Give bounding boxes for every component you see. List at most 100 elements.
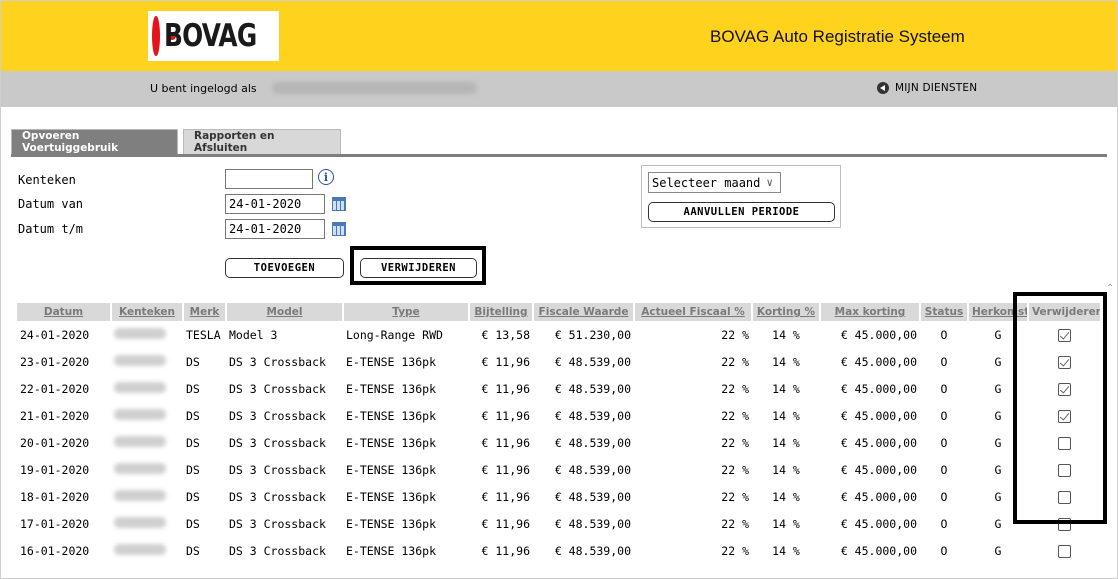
cell-bijtelling: € 11,96 [481, 354, 530, 369]
cell-type: E-TENSE 136pk [346, 381, 437, 396]
tab-divider [11, 154, 1107, 157]
cell-max-korting: € 45.000,00 [840, 516, 917, 531]
table-row: 16-01-2020 DS DS 3 Crossback E-TENSE 136pk €… [17, 537, 1101, 564]
cell-bijtelling: € 11,96 [481, 435, 530, 450]
month-select-value: Selecteer maand [652, 175, 761, 190]
verwijderen-button[interactable]: VERWIJDEREN [360, 258, 477, 278]
col-max-korting[interactable]: Max korting [820, 303, 921, 321]
cell-fiscale-waarde: € 51.230,00 [554, 327, 631, 342]
cell-bijtelling: € 13,58 [481, 327, 530, 342]
cell-fiscale-waarde: € 48.539,00 [554, 516, 631, 531]
registration-table: Datum Kenteken Merk Model Type Bijtellin… [17, 303, 1102, 564]
cell-korting: 14 % [772, 516, 800, 531]
cell-actueel-fiscaal: 22 % [721, 381, 749, 396]
cell-model: DS 3 Crossback [229, 435, 326, 450]
cell-max-korting: € 45.000,00 [840, 462, 917, 477]
col-bijtelling[interactable]: Bijtelling [469, 303, 534, 321]
user-bar: U bent ingelogd als MIJN DIENSTEN [1, 71, 1117, 107]
cell-type: E-TENSE 136pk [346, 543, 437, 558]
col-kenteken[interactable]: Kenteken [111, 303, 184, 321]
cell-merk: DS [186, 435, 200, 450]
table-body: 24-01-2020 TESLA Model 3 Long-Range RWD € 13… [17, 321, 1101, 564]
table-row: 17-01-2020 DS DS 3 Crossback E-TENSE 136pk €… [17, 510, 1101, 537]
cell-max-korting: € 45.000,00 [840, 408, 917, 423]
cell-model: DS 3 Crossback [229, 354, 326, 369]
cell-status: O [940, 462, 948, 477]
cell-fiscale-waarde: € 48.539,00 [554, 408, 631, 423]
header-bar: BOVAG BOVAG Auto Registratie Systeem [1, 1, 1117, 71]
cell-korting: 14 % [772, 408, 800, 423]
cell-model: DS 3 Crossback [229, 516, 326, 531]
info-icon[interactable]: i [318, 169, 334, 185]
cell-datum: 19-01-2020 [20, 462, 90, 477]
redacted-kenteken [114, 327, 166, 339]
redacted-kenteken [114, 543, 166, 555]
col-actueel-fiscaal[interactable]: Actueel Fiscaal % [634, 303, 753, 321]
month-select[interactable]: Selecteer maand ∨ [648, 172, 781, 193]
table-row: 22-01-2020 DS DS 3 Crossback E-TENSE 136pk €… [17, 375, 1101, 402]
redacted-kenteken [114, 435, 166, 447]
cell-korting: 14 % [772, 381, 800, 396]
remove-checkbox[interactable] [1058, 544, 1071, 558]
cell-max-korting: € 45.000,00 [840, 354, 917, 369]
calendar-icon[interactable] [332, 222, 346, 236]
aanvullen-periode-button[interactable]: AANVULLEN PERIODE [648, 202, 835, 222]
col-type[interactable]: Type [343, 303, 470, 321]
cell-korting: 14 % [772, 327, 800, 342]
cell-model: DS 3 Crossback [229, 489, 326, 504]
cell-datum: 17-01-2020 [20, 516, 90, 531]
cell-actueel-fiscaal: 22 % [721, 354, 749, 369]
redacted-kenteken [114, 354, 166, 366]
redacted-kenteken [114, 408, 166, 420]
col-fiscale-waarde[interactable]: Fiscale Waarde [533, 303, 635, 321]
back-arrow-icon [877, 82, 889, 94]
tab-opvoeren-voertuiggebruik[interactable]: Opvoeren Voertuiggebruik [11, 129, 178, 154]
cell-fiscale-waarde: € 48.539,00 [554, 354, 631, 369]
datum-van-input[interactable] [225, 194, 325, 214]
cell-status: O [940, 543, 948, 558]
cell-max-korting: € 45.000,00 [840, 381, 917, 396]
cell-bijtelling: € 11,96 [481, 489, 530, 504]
datum-van-label: Datum van [18, 197, 84, 211]
cell-merk: TESLA [186, 327, 221, 342]
col-datum[interactable]: Datum [17, 303, 112, 321]
cell-status: O [940, 327, 948, 342]
logged-in-label: U bent ingelogd als [150, 82, 257, 95]
cell-korting: 14 % [772, 543, 800, 558]
kenteken-input[interactable] [225, 169, 313, 189]
cell-datum: 18-01-2020 [20, 489, 90, 504]
cell-fiscale-waarde: € 48.539,00 [554, 543, 631, 558]
datum-tm-input[interactable] [225, 219, 325, 239]
cell-kenteken [111, 483, 183, 510]
toevoegen-button[interactable]: TOEVOEGEN [225, 258, 344, 278]
cell-korting: 14 % [772, 462, 800, 477]
cell-actueel-fiscaal: 22 % [721, 435, 749, 450]
cell-max-korting: € 45.000,00 [840, 327, 917, 342]
calendar-icon[interactable] [332, 197, 346, 211]
mijn-diensten-link[interactable]: MIJN DIENSTEN [877, 82, 977, 94]
col-status[interactable]: Status [920, 303, 969, 321]
highlight-remove-column [1013, 292, 1107, 524]
cell-merk: DS [186, 489, 200, 504]
datum-tm-label: Datum t/m [18, 222, 84, 236]
cell-model: Model 3 [229, 327, 278, 342]
cell-model: DS 3 Crossback [229, 543, 326, 558]
cell-datum: 21-01-2020 [20, 408, 90, 423]
mijn-diensten-label: MIJN DIENSTEN [895, 82, 978, 94]
col-korting[interactable]: Korting % [752, 303, 821, 321]
cell-status: O [940, 516, 948, 531]
bovag-logo-icon [152, 16, 181, 56]
cell-actueel-fiscaal: 22 % [721, 462, 749, 477]
cell-status: O [940, 408, 948, 423]
scroll-up-icon[interactable]: ⌃ [1106, 283, 1117, 297]
cell-bijtelling: € 11,96 [481, 381, 530, 396]
cell-type: E-TENSE 136pk [346, 435, 437, 450]
cell-kenteken [111, 456, 183, 483]
col-merk[interactable]: Merk [183, 303, 227, 321]
tab-rapporten-en-afsluiten[interactable]: Rapporten en Afsluiten [183, 129, 341, 154]
cell-model: DS 3 Crossback [229, 408, 326, 423]
cell-datum: 23-01-2020 [20, 354, 90, 369]
table-row: 20-01-2020 DS DS 3 Crossback E-TENSE 136pk €… [17, 429, 1101, 456]
col-model[interactable]: Model [226, 303, 344, 321]
bovag-logo[interactable]: BOVAG [148, 11, 279, 61]
